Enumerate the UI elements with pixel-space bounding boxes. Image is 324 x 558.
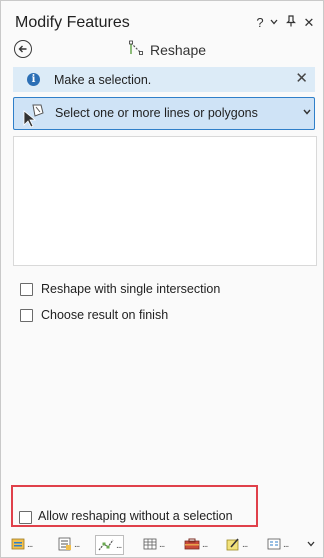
attributes-icon	[58, 537, 71, 551]
message-close-button[interactable]: ✕	[295, 71, 308, 87]
tabs-overflow-button[interactable]	[306, 535, 316, 553]
message-text: Make a selection.	[54, 72, 152, 87]
tab-overflow-icon: ...	[202, 538, 208, 550]
modify-features-pane: Modify Features ? ✕ Reshape i Make a sel…	[0, 0, 324, 558]
tab-overflow-icon: ...	[283, 538, 289, 550]
toolbox-tab[interactable]: ...	[184, 535, 208, 553]
allow-reshaping-checkbox[interactable]	[19, 511, 32, 524]
modify-features-icon	[98, 539, 114, 551]
selector-label: Select one or more lines or polygons	[55, 106, 258, 120]
catalog-tab[interactable]: ...	[11, 535, 33, 553]
option-label: Reshape with single intersection	[41, 282, 221, 296]
pane-title: Modify Features	[15, 14, 130, 31]
pin-icon[interactable]	[284, 15, 298, 31]
reshape-icon	[128, 40, 146, 59]
choose-result-checkbox[interactable]	[20, 308, 33, 322]
tab-overflow-icon: ...	[116, 539, 122, 551]
tool-header: Reshape	[128, 40, 206, 59]
contents-icon	[267, 538, 281, 550]
select-lines-icon	[21, 102, 47, 128]
option-choose-result[interactable]: Choose result on finish	[20, 308, 168, 322]
table-tab[interactable]: ...	[143, 535, 165, 553]
chevron-down-icon	[307, 541, 315, 547]
selection-list[interactable]	[13, 136, 317, 266]
message-bar: i Make a selection. ✕	[13, 67, 315, 92]
allow-reshaping-option[interactable]: Allow reshaping without a selection	[11, 485, 258, 527]
contents-tab[interactable]: ...	[267, 535, 289, 553]
chevron-down-icon[interactable]	[267, 15, 281, 31]
tab-overflow-icon: ...	[159, 538, 165, 550]
tab-overflow-icon: ...	[74, 538, 80, 550]
toolbox-icon	[184, 538, 200, 550]
attributes-tab[interactable]: ...	[58, 535, 80, 553]
select-features-button[interactable]: Select one or more lines or polygons	[13, 97, 315, 130]
option-single-intersection[interactable]: Reshape with single intersection	[20, 282, 220, 296]
table-icon	[143, 538, 157, 550]
option-label: Choose result on finish	[41, 308, 169, 322]
single-intersection-checkbox[interactable]	[20, 282, 33, 296]
info-icon: i	[27, 73, 40, 86]
modify-features-tab[interactable]: ...	[95, 535, 125, 555]
close-icon[interactable]: ✕	[302, 15, 316, 31]
edit-icon	[226, 538, 239, 551]
allow-reshaping-label: Allow reshaping without a selection	[38, 509, 233, 523]
edit-tab[interactable]: ...	[226, 535, 248, 553]
bottom-tab-strip: ... ... ... ... ... ... ...	[1, 533, 324, 557]
back-arrow-icon[interactable]	[14, 40, 32, 58]
chevron-down-icon[interactable]	[302, 105, 312, 120]
tab-overflow-icon: ...	[27, 538, 33, 550]
help-button[interactable]: ?	[253, 15, 267, 31]
tab-overflow-icon: ...	[242, 538, 248, 550]
tool-title: Reshape	[150, 41, 207, 58]
catalog-icon	[11, 538, 25, 550]
